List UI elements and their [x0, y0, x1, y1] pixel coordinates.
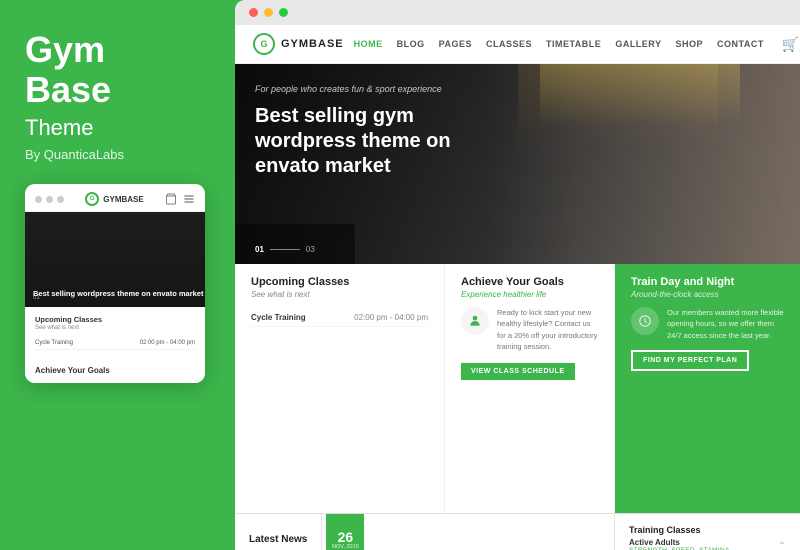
find-plan-button[interactable]: FIND MY PERFECT PLAN	[631, 350, 749, 371]
site-logo: G GYMBASE	[253, 33, 344, 55]
nav-timetable[interactable]: TIMETABLE	[546, 39, 601, 49]
mobile-slide-num: 01	[33, 295, 40, 301]
mobile-upcoming-title: Upcoming Classes	[35, 315, 195, 324]
train-subtitle: Around-the-clock access	[631, 290, 784, 299]
site-nav-links[interactable]: HOME BLOG PAGES CLASSES TIMETABLE GALLER…	[354, 39, 764, 49]
browser-dot-yellow	[264, 8, 273, 17]
person-icon	[468, 314, 482, 328]
mobile-hero-headline: Best selling wordpress theme on envato m…	[33, 289, 203, 299]
slide-next: 03	[306, 245, 315, 254]
bottom-training: Training Classes Active Adults STRENGTH,…	[615, 514, 800, 550]
menu-icon	[183, 193, 195, 205]
nav-blog[interactable]: BLOG	[397, 39, 425, 49]
hero-text-content: For people who creates fun & sport exper…	[255, 84, 475, 179]
training-name: Active Adults	[629, 538, 730, 547]
theme-subtitle: Theme	[25, 115, 210, 141]
news-date-box: 26 NOV, 2019	[326, 514, 364, 550]
browser-chrome	[235, 0, 800, 25]
achieve-goals-panel: Achieve Your Goals Experience healthier …	[445, 264, 615, 513]
nav-classes[interactable]: CLASSES	[486, 39, 532, 49]
achieve-subtitle: Experience healthier life	[461, 290, 598, 299]
cart-icon[interactable]: 🛒	[782, 36, 799, 53]
right-panel: G GYMBASE HOME BLOG PAGES CLASSES TIMETA…	[235, 0, 800, 550]
browser-dot-green	[279, 8, 288, 17]
mobile-upcoming-sub: See what is next	[35, 325, 195, 331]
training-classes-label: Training Classes	[629, 525, 786, 535]
cart-icon	[165, 193, 177, 205]
hero-slide-indicator: 01 03	[255, 245, 315, 254]
slide-current: 01	[255, 245, 264, 254]
mobile-class-time: 02:00 pm - 04:00 pm	[140, 340, 195, 346]
train-body-text: Our members wanted more flexible opening…	[667, 307, 784, 341]
mobile-window-dots	[35, 196, 64, 203]
class-time: 02:00 pm - 04:00 pm	[354, 313, 428, 322]
achieve-icon-wrap	[461, 307, 489, 335]
train-body-row: Our members wanted more flexible opening…	[631, 307, 784, 341]
mobile-mockup: G GYMBASE Best selling wordpress theme o…	[25, 184, 205, 383]
train-title: Train Day and Night	[631, 276, 784, 288]
nav-shop[interactable]: SHOP	[675, 39, 703, 49]
nav-pages[interactable]: PAGES	[439, 39, 472, 49]
mobile-achieve: Achieve Your Goals	[25, 358, 205, 383]
training-row: Active Adults STRENGTH, SPEED, STAMINA ⌃	[629, 538, 786, 550]
browser-content: G GYMBASE HOME BLOG PAGES CLASSES TIMETA…	[235, 25, 800, 550]
site-bottom-row: Upcoming Classes See what is next Cycle …	[235, 264, 800, 513]
site-nav: G GYMBASE HOME BLOG PAGES CLASSES TIMETA…	[235, 25, 800, 64]
news-month: NOV, 2019	[332, 544, 359, 550]
nav-contact[interactable]: CONTACT	[717, 39, 764, 49]
upcoming-title: Upcoming Classes	[251, 276, 428, 288]
mobile-logo-icon: G	[85, 192, 99, 206]
mobile-content: Upcoming Classes See what is next Cycle …	[25, 307, 205, 358]
site-logo-icon: G	[253, 33, 275, 55]
class-row: Cycle Training 02:00 pm - 04:00 pm	[251, 309, 428, 327]
bottom-info-row: Latest News 26 NOV, 2019 Training Classe…	[235, 513, 800, 550]
mobile-class-row: Cycle Training 02:00 pm - 04:00 pm	[35, 337, 195, 350]
site-hero: For people who creates fun & sport exper…	[235, 64, 800, 264]
class-name: Cycle Training	[251, 313, 306, 322]
bottom-news: Latest News 26 NOV, 2019	[235, 514, 615, 550]
news-day: 26	[338, 530, 354, 544]
mobile-logo-text: GYMBASE	[103, 195, 143, 204]
mobile-top-bar: G GYMBASE	[25, 184, 205, 212]
browser-dot-red	[249, 8, 258, 17]
theme-by: By QuanticaLabs	[25, 147, 210, 162]
mobile-class-name: Cycle Training	[35, 340, 73, 346]
mobile-nav-icons	[165, 193, 195, 205]
nav-home[interactable]: HOME	[354, 39, 383, 49]
slide-line	[270, 249, 300, 250]
achieve-title: Achieve Your Goals	[461, 276, 598, 288]
clock-icon	[638, 314, 652, 328]
title-base: Base	[25, 69, 111, 110]
hero-tagline: For people who creates fun & sport exper…	[255, 84, 475, 94]
title-gym: Gym	[25, 29, 105, 70]
latest-news-label: Latest News	[235, 514, 322, 550]
left-panel: Gym Base Theme By QuanticaLabs G GYMBASE	[0, 0, 235, 550]
achieve-body-row: Ready to kick start your new healthy lif…	[461, 307, 598, 352]
hero-headline: Best selling gym wordpress theme on enva…	[255, 104, 475, 179]
upcoming-classes-panel: Upcoming Classes See what is next Cycle …	[235, 264, 445, 513]
train-day-night-panel: Train Day and Night Around-the-clock acc…	[615, 264, 800, 513]
upcoming-subtitle: See what is next	[251, 290, 428, 299]
mobile-hero-text: Best selling wordpress theme on envato m…	[33, 289, 203, 299]
nav-gallery[interactable]: GALLERY	[615, 39, 661, 49]
mobile-hero: Best selling wordpress theme on envato m…	[25, 212, 205, 307]
mobile-achieve-title: Achieve Your Goals	[35, 366, 195, 375]
view-schedule-button[interactable]: VIEW CLASS SCHEDULE	[461, 363, 575, 380]
site-logo-text: GYMBASE	[281, 38, 344, 50]
train-icon-wrap	[631, 307, 659, 335]
chevron-up-icon: ⌃	[778, 541, 786, 550]
achieve-body-text: Ready to kick start your new healthy lif…	[497, 307, 598, 352]
theme-title: Gym Base Theme By QuanticaLabs	[25, 30, 210, 184]
mobile-logo: G GYMBASE	[85, 192, 143, 206]
